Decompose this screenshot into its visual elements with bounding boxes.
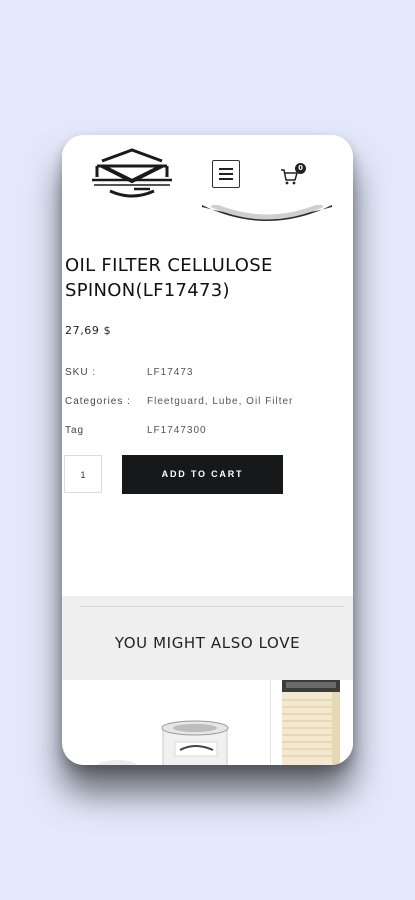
meta-row-sku: SKU : LF17473 — [65, 367, 350, 396]
meta-value-link[interactable]: LF1747300 — [147, 425, 207, 436]
cart-button[interactable]: 0 — [280, 163, 306, 189]
air-filter-image — [282, 680, 340, 765]
divider — [270, 680, 271, 765]
product-title: OIL FILTER CELLULOSE SPINON(LF17473) — [65, 253, 345, 303]
logo[interactable] — [88, 147, 176, 199]
product-title-line1: OIL FILTER CELLULOSE — [65, 255, 273, 276]
menu-bar — [219, 173, 233, 175]
menu-bar — [219, 168, 233, 170]
menu-bar — [219, 178, 233, 180]
meta-row-tag: Tag LF1747300 — [65, 425, 350, 454]
oil-filter-image — [97, 720, 229, 765]
meta-value-links[interactable]: Fleetguard, Lube, Oil Filter — [147, 396, 293, 407]
meta-key: SKU : — [65, 367, 97, 378]
related-products-section: YOU MIGHT ALSO LOVE — [62, 596, 353, 680]
meta-key: Tag — [65, 425, 85, 436]
related-product-card[interactable] — [65, 680, 270, 765]
related-product-card[interactable] — [272, 680, 353, 765]
add-to-cart-button[interactable]: ADD TO CART — [122, 455, 283, 494]
quantity-input[interactable]: 1 — [64, 455, 102, 493]
related-products-title: YOU MIGHT ALSO LOVE — [114, 634, 301, 652]
meta-row-categories: Categories : Fleetguard, Lube, Oil Filte… — [65, 396, 350, 425]
meta-value: LF17473 — [147, 367, 194, 378]
cart-count-badge: 0 — [295, 163, 306, 174]
phone-screen: 0 OIL FILTER CELLULOSE SPINON(LF17473) 2… — [62, 135, 353, 765]
product-title-line2: SPINON(LF17473) — [65, 280, 230, 301]
hamburger-menu-icon[interactable] — [212, 160, 240, 188]
product-price: 27,69 $ — [65, 324, 112, 337]
meta-key: Categories : — [65, 396, 131, 407]
product-image-bottom — [202, 205, 332, 221]
divider — [80, 606, 344, 607]
product-meta: SKU : LF17473 Categories : Fleetguard, L… — [65, 367, 350, 454]
